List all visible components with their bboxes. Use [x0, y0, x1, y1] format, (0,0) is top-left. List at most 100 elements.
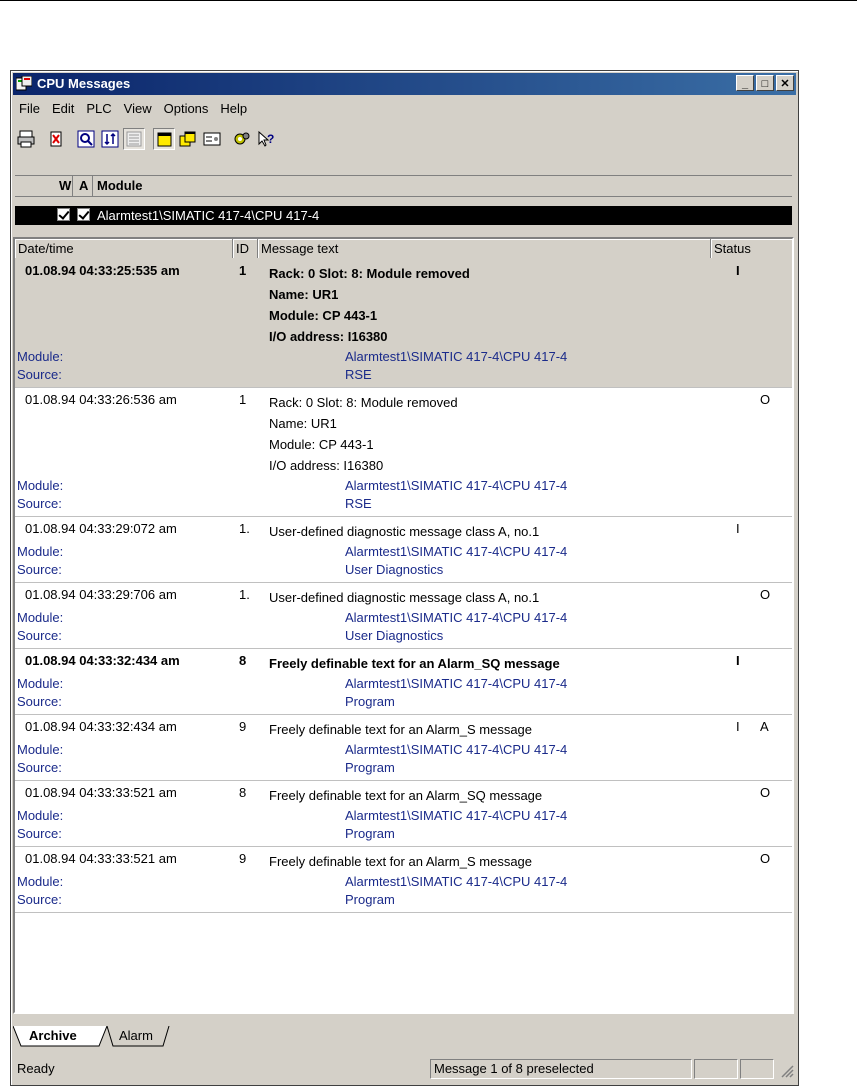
message-text: Freely definable text for an Alarm_SQ me…	[269, 788, 543, 803]
message-row[interactable]: 01.08.94 04:33:25:535 am 1 Rack: 0 Slot: 8…	[15, 259, 792, 388]
module-value: Alarmtest1\SIMATIC 417-4\CPU 417-4	[345, 742, 568, 757]
col-id[interactable]: ID	[233, 239, 258, 258]
message-text: Freely definable text for an Alarm_S mes…	[269, 722, 533, 737]
svg-text:?: ?	[267, 132, 274, 146]
menu-help[interactable]: Help	[214, 99, 253, 119]
module-label: Module:	[17, 349, 64, 364]
message-status-incoming: I	[736, 521, 740, 536]
status-panel-4	[740, 1059, 774, 1079]
module-label: Module:	[17, 742, 64, 757]
tab-alarm[interactable]: Alarm	[119, 1026, 153, 1046]
message-text: User-defined diagnostic message class A,…	[269, 524, 540, 539]
module-list-header: W A Module	[15, 175, 792, 197]
col-message-text[interactable]: Message text	[258, 239, 711, 258]
title-bar[interactable]: CPU Messages _ □ ✕	[13, 73, 796, 95]
column-header: Date/time ID Message text Status	[15, 239, 792, 259]
module-label: Module:	[17, 610, 64, 625]
module-label: Module:	[17, 808, 64, 823]
message-text-block: Freely definable text for an Alarm_S mes…	[269, 719, 532, 740]
module-label: Module:	[17, 544, 64, 559]
message-status-outgoing: O	[760, 851, 771, 866]
message-row[interactable]: 01.08.94 04:33:29:072 am 1. User-defined d…	[15, 517, 792, 583]
help-icon[interactable]: ?	[255, 128, 277, 150]
resize-grip-icon[interactable]	[780, 1064, 794, 1078]
module-row[interactable]: Alarmtest1\SIMATIC 417-4\CPU 417-4	[15, 206, 792, 225]
source-label: Source:	[17, 628, 62, 643]
source-value: Program	[345, 760, 395, 775]
maximize-button[interactable]: □	[756, 75, 774, 91]
minimize-button[interactable]: _	[736, 75, 754, 91]
message-row[interactable]: 01.08.94 04:33:32:434 am 9 Freely definabl…	[15, 715, 792, 781]
source-label: Source:	[17, 562, 62, 577]
tab-archive[interactable]: Archive	[29, 1026, 77, 1046]
status-bar: Ready Message 1 of 8 preselected	[13, 1058, 796, 1080]
message-detail-line: Name: UR1	[269, 287, 339, 302]
message-datetime: 01.08.94 04:33:25:535 am	[25, 263, 180, 278]
source-value: Program	[345, 694, 395, 709]
message-text: Rack: 0 Slot: 8: Module removed	[269, 266, 470, 281]
message-text: Rack: 0 Slot: 8: Module removed	[269, 395, 458, 410]
module-value: Alarmtest1\SIMATIC 417-4\CPU 417-4	[345, 349, 568, 364]
module-value: Alarmtest1\SIMATIC 417-4\CPU 417-4	[345, 478, 568, 493]
close-button[interactable]: ✕	[776, 75, 794, 91]
sort-icon[interactable]	[99, 128, 121, 150]
col-status[interactable]: Status	[711, 239, 792, 258]
module-label: Module:	[17, 478, 64, 493]
menu-file[interactable]: File	[13, 99, 46, 119]
message-datetime: 01.08.94 04:33:33:521 am	[25, 851, 177, 866]
message-row[interactable]: 01.08.94 04:33:32:434 am 8 Freely definabl…	[15, 649, 792, 715]
menu-edit[interactable]: Edit	[46, 99, 80, 119]
message-datetime: 01.08.94 04:33:29:706 am	[25, 587, 177, 602]
menu-bar: File Edit PLC View Options Help	[13, 99, 253, 119]
windows-icon[interactable]	[177, 128, 199, 150]
message-status-incoming: I	[736, 263, 740, 278]
source-label: Source:	[17, 496, 62, 511]
module-value: Alarmtest1\SIMATIC 417-4\CPU 417-4	[345, 676, 568, 691]
message-row[interactable]: 01.08.94 04:33:33:521 am 9 Freely definabl…	[15, 847, 792, 913]
message-text-block: Freely definable text for an Alarm_S mes…	[269, 851, 532, 872]
message-row[interactable]: 01.08.94 04:33:33:521 am 8 Freely definabl…	[15, 781, 792, 847]
message-datetime: 01.08.94 04:33:32:434 am	[25, 719, 177, 734]
message-datetime: 01.08.94 04:33:26:536 am	[25, 392, 177, 407]
page-top-rule	[0, 0, 857, 1]
message-status-outgoing: O	[760, 392, 771, 407]
message-list[interactable]: Date/time ID Message text Status 01.08.9…	[13, 237, 794, 1014]
print-icon[interactable]	[15, 128, 37, 150]
message-detail-line: Module: CP 443-1	[269, 437, 374, 452]
message-datetime: 01.08.94 04:33:32:434 am	[25, 653, 180, 668]
settings-icon[interactable]	[201, 128, 223, 150]
message-id: 8	[239, 653, 247, 668]
menu-plc[interactable]: PLC	[80, 99, 117, 119]
source-value: RSE	[345, 367, 372, 382]
message-id: 9	[239, 719, 247, 734]
message-id: 1.	[239, 521, 250, 536]
view-icon[interactable]	[75, 128, 97, 150]
module-value: Alarmtest1\SIMATIC 417-4\CPU 417-4	[345, 610, 568, 625]
source-label: Source:	[17, 694, 62, 709]
message-text: User-defined diagnostic message class A,…	[269, 590, 540, 605]
gear-icon[interactable]	[231, 128, 253, 150]
col-datetime[interactable]: Date/time	[15, 239, 233, 258]
message-text: Freely definable text for an Alarm_S mes…	[269, 854, 533, 869]
source-label: Source:	[17, 892, 62, 907]
window-title: CPU Messages	[37, 76, 131, 91]
menu-options[interactable]: Options	[158, 99, 215, 119]
message-text-block: Freely definable text for an Alarm_SQ me…	[269, 653, 560, 674]
status-ready: Ready	[17, 1061, 55, 1076]
message-text-block: User-defined diagnostic message class A,…	[269, 521, 539, 542]
message-row[interactable]: 01.08.94 04:33:29:706 am 1. User-defined d…	[15, 583, 792, 649]
module-label: Module:	[17, 874, 64, 889]
a-checkbox[interactable]	[77, 208, 90, 221]
window-icon[interactable]	[153, 128, 175, 150]
w-checkbox[interactable]	[57, 208, 70, 221]
message-detail-line: Name: UR1	[269, 416, 337, 431]
list-icon[interactable]	[123, 128, 145, 150]
delete-icon[interactable]	[45, 128, 67, 150]
source-value: User Diagnostics	[345, 628, 444, 643]
status-preselected: Message 1 of 8 preselected	[430, 1059, 692, 1079]
message-id: 9	[239, 851, 247, 866]
message-row[interactable]: 01.08.94 04:33:26:536 am 1 Rack: 0 Slot: 8…	[15, 388, 792, 517]
source-value: Program	[345, 826, 395, 841]
message-text-block: User-defined diagnostic message class A,…	[269, 587, 539, 608]
menu-view[interactable]: View	[118, 99, 158, 119]
